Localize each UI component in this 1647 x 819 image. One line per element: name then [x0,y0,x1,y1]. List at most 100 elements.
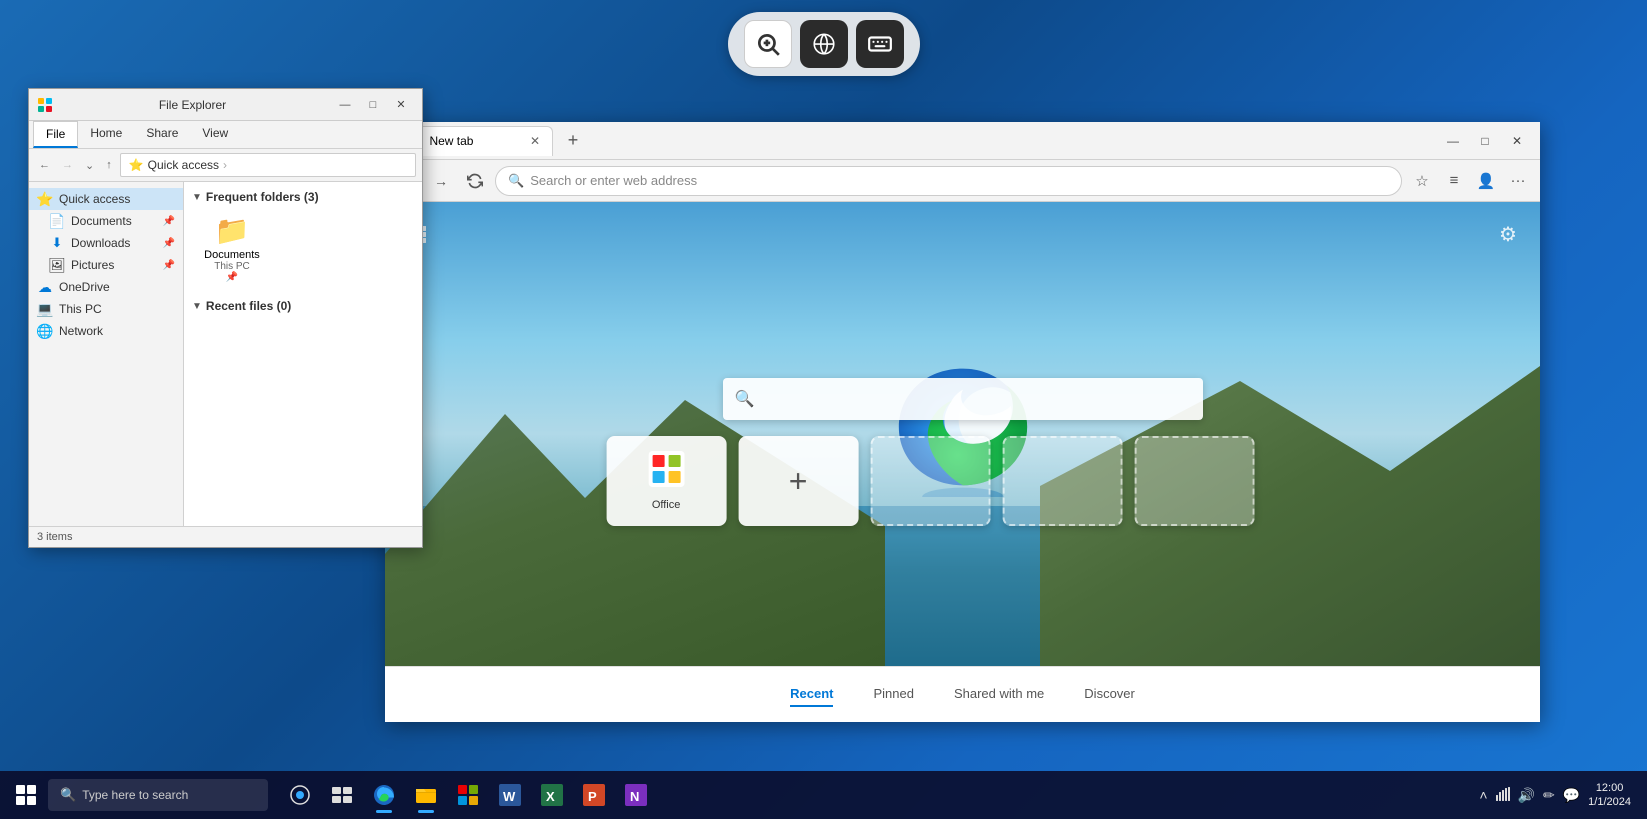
status-bar: 3 items [29,526,422,547]
nav-back-button[interactable]: ← [35,157,54,173]
taskbar-search[interactable]: 🔍 Type here to search [48,779,268,811]
collections-button[interactable]: ≡ [1440,167,1468,195]
taskbar-app-onenote[interactable]: N [616,775,656,815]
sidebar-label-this-pc: This PC [59,302,102,316]
file-explorer-title: File Explorer [59,98,326,112]
bottom-tab-shared[interactable]: Shared with me [954,682,1044,707]
bottom-tab-pinned[interactable]: Pinned [873,682,913,707]
edge-address-bar[interactable]: 🔍 Search or enter web address [495,166,1402,196]
taskbar-search-icon: 🔍 [60,787,76,803]
zoom-in-button[interactable] [744,20,792,68]
titlebar-icons [37,97,53,113]
tab-share[interactable]: Share [134,121,190,148]
start-button[interactable] [8,777,44,813]
sidebar-item-network[interactable]: 🌐 Network [29,320,183,342]
svg-text:P: P [588,789,597,804]
tab-view[interactable]: View [190,121,240,148]
folder-documents[interactable]: 📁 Documents This PC 📌 [192,210,272,287]
taskbar-app-office[interactable] [448,775,488,815]
edge-refresh-button[interactable] [461,167,489,195]
tray-notification-icon[interactable]: 💬 [1563,787,1580,804]
sidebar-item-pictures[interactable]: 🖼 Pictures 📌 [29,254,183,276]
speed-dial-empty-3[interactable] [1134,436,1254,526]
folder-documents-name: Documents [204,249,260,261]
ribbon-tabs: File Home Share View [29,121,422,148]
sidebar-label-network: Network [59,324,103,338]
bottom-tab-recent[interactable]: Recent [790,682,833,707]
newtab-search-icon: 🔍 [735,389,755,409]
taskbar-app-excel[interactable]: X [532,775,572,815]
edge-win-controls: — □ ✕ [1438,129,1532,153]
newtab-search-input[interactable] [762,391,1190,407]
tray-network-icon[interactable] [1496,787,1510,804]
taskbar: 🔍 Type here to search [0,771,1647,819]
fe-minimize-button[interactable]: — [332,96,358,114]
breadcrumb-quickaccess: Quick access [148,158,219,172]
taskbar-app-cortana[interactable] [280,775,320,815]
more-button[interactable]: ··· [1504,167,1532,195]
edge-minimize-button[interactable]: — [1438,129,1468,153]
svg-text:N: N [630,789,639,804]
taskbar-app-powerpoint[interactable]: P [574,775,614,815]
edge-forward-button[interactable]: → [427,167,455,195]
tab-file[interactable]: File [33,121,78,148]
edge-browser-window: 🌐 New tab ✕ + — □ ✕ ← → 🔍 Search or ente… [385,122,1540,722]
newtab-settings-button[interactable]: ⚙ [1492,218,1524,250]
tray-volume-icon[interactable]: 🔊 [1518,787,1535,804]
tray-date-text: 1/1/2024 [1588,795,1631,809]
speed-dial: Office + [606,436,1254,526]
sidebar-label-onedrive: OneDrive [59,280,110,294]
sidebar-item-documents[interactable]: 📄 Documents 📌 [29,210,183,232]
fe-close-button[interactable]: ✕ [388,96,414,114]
taskbar-app-task-view[interactable] [322,775,362,815]
frequent-folders-label: Frequent folders (3) [206,190,319,204]
taskbar-app-word[interactable]: W [490,775,530,815]
taskbar-app-explorer[interactable] [406,775,446,815]
edge-maximize-button[interactable]: □ [1470,129,1500,153]
nav-forward-button[interactable]: → [58,157,77,173]
sidebar-item-onedrive[interactable]: ☁ OneDrive [29,276,183,298]
breadcrumb-star-icon: ⭐ [129,158,144,172]
favorites-button[interactable]: ☆ [1408,167,1436,195]
profile-button[interactable]: 👤 [1472,167,1500,195]
frequent-folders-header[interactable]: ▼ Frequent folders (3) [192,190,414,204]
speed-dial-empty-2[interactable] [1002,436,1122,526]
edge-close-button[interactable]: ✕ [1502,129,1532,153]
speed-dial-empty-1[interactable] [870,436,990,526]
fe-win-controls: — □ ✕ [332,96,414,114]
taskbar-app-edge[interactable] [364,775,404,815]
taskbar-apps: W X P N [280,775,656,815]
add-icon: + [789,463,808,500]
tray-pen-icon[interactable]: ✏ [1543,787,1555,804]
office-label: Office [652,499,681,511]
sidebar-item-quick-access[interactable]: ⭐ Quick access [29,188,183,210]
recent-files-label: Recent files (0) [206,299,291,313]
edge-new-tab-button[interactable]: + [559,127,587,155]
keyboard-button[interactable] [856,20,904,68]
sidebar-item-this-pc[interactable]: 💻 This PC [29,298,183,320]
breadcrumb[interactable]: ⭐ Quick access › [120,153,416,177]
fe-maximize-button[interactable]: □ [360,96,386,114]
pictures-icon: 🖼 [49,257,65,273]
nav-recent-button[interactable]: ⌄ [81,157,98,174]
tray-clock[interactable]: 12:00 1/1/2024 [1588,781,1631,810]
speed-dial-office[interactable]: Office [606,436,726,526]
folder-documents-icon: 📁 [215,214,250,247]
edge-tab-close-button[interactable]: ✕ [530,134,540,148]
recent-files-header[interactable]: ▼ Recent files (0) [192,299,414,313]
folder-documents-sub: This PC [214,261,250,272]
sidebar-label-pictures: Pictures [71,258,114,272]
newtab-search-box[interactable]: 🔍 [723,378,1203,420]
sidebar-item-downloads[interactable]: ⬇ Downloads 📌 [29,232,183,254]
office-icon [648,451,684,495]
nav-up-button[interactable]: ↑ [102,157,116,173]
tray-chevron[interactable]: ˄ [1479,787,1487,803]
tab-home[interactable]: Home [78,121,134,148]
remote-desktop-button[interactable] [800,20,848,68]
speed-dial-add[interactable]: + [738,436,858,526]
documents-icon: 📄 [49,213,65,229]
tray-time-text: 12:00 [1588,781,1631,795]
floating-toolbar [728,12,920,76]
address-bar-placeholder: Search or enter web address [530,173,697,188]
bottom-tab-discover[interactable]: Discover [1084,682,1135,707]
